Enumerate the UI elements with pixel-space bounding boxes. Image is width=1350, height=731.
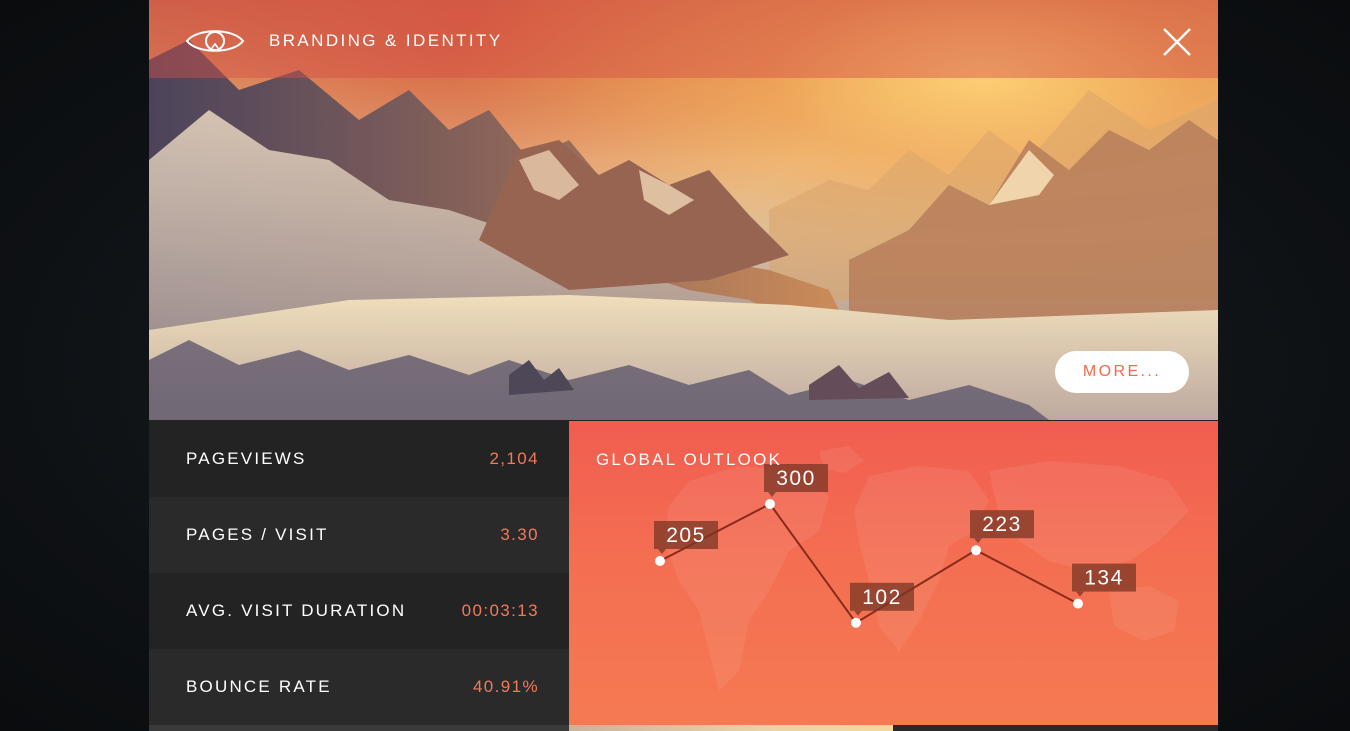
stat-value: 00:03:13	[461, 601, 539, 620]
hero-image: BRANDING & IDENTITY MORE...	[149, 0, 1218, 420]
svg-text:300: 300	[776, 467, 816, 490]
dashboard-panel: BRANDING & IDENTITY MORE... PAGEVIEWS 2,…	[149, 0, 1218, 731]
stat-value: 2,104	[489, 449, 539, 468]
stat-row-avg-visit-duration: AVG. VISIT DURATION 00:03:13	[149, 573, 569, 649]
stat-value: 40.91%	[472, 677, 539, 696]
data-point	[971, 545, 981, 556]
svg-text:102: 102	[862, 586, 902, 609]
stat-row-pageviews: PAGEVIEWS 2,104	[149, 421, 569, 497]
app-title: BRANDING & IDENTITY	[269, 31, 503, 50]
stat-label: PAGEVIEWS	[186, 449, 307, 468]
svg-text:205: 205	[666, 524, 706, 547]
svg-text:134: 134	[1084, 567, 1124, 590]
data-point	[655, 556, 665, 566]
stat-row-pages-per-visit: PAGES / VISIT 3.30	[149, 497, 569, 573]
stats-divider	[149, 725, 569, 731]
close-icon[interactable]	[1162, 27, 1192, 57]
eye-icon	[185, 30, 245, 52]
bottom-strip-image	[569, 725, 893, 731]
bottom-strip	[893, 725, 1218, 731]
data-point	[851, 617, 861, 628]
chart-title: GLOBAL OUTLOOK	[596, 450, 783, 469]
stat-label: AVG. VISIT DURATION	[186, 601, 407, 620]
data-point	[765, 499, 775, 509]
more-button[interactable]: MORE...	[1055, 351, 1189, 393]
data-point	[1073, 598, 1083, 609]
global-outlook-chart: 205 300 102 223 134 GLOBAL OUTLOOK	[569, 421, 1218, 725]
svg-text:223: 223	[982, 513, 1022, 536]
stat-label: BOUNCE RATE	[186, 677, 332, 696]
stats-list: PAGEVIEWS 2,104 PAGES / VISIT 3.30 AVG. …	[149, 421, 569, 731]
stat-row-bounce-rate: BOUNCE RATE 40.91%	[149, 649, 569, 725]
stat-value: 3.30	[500, 525, 539, 544]
stat-label: PAGES / VISIT	[186, 525, 329, 544]
